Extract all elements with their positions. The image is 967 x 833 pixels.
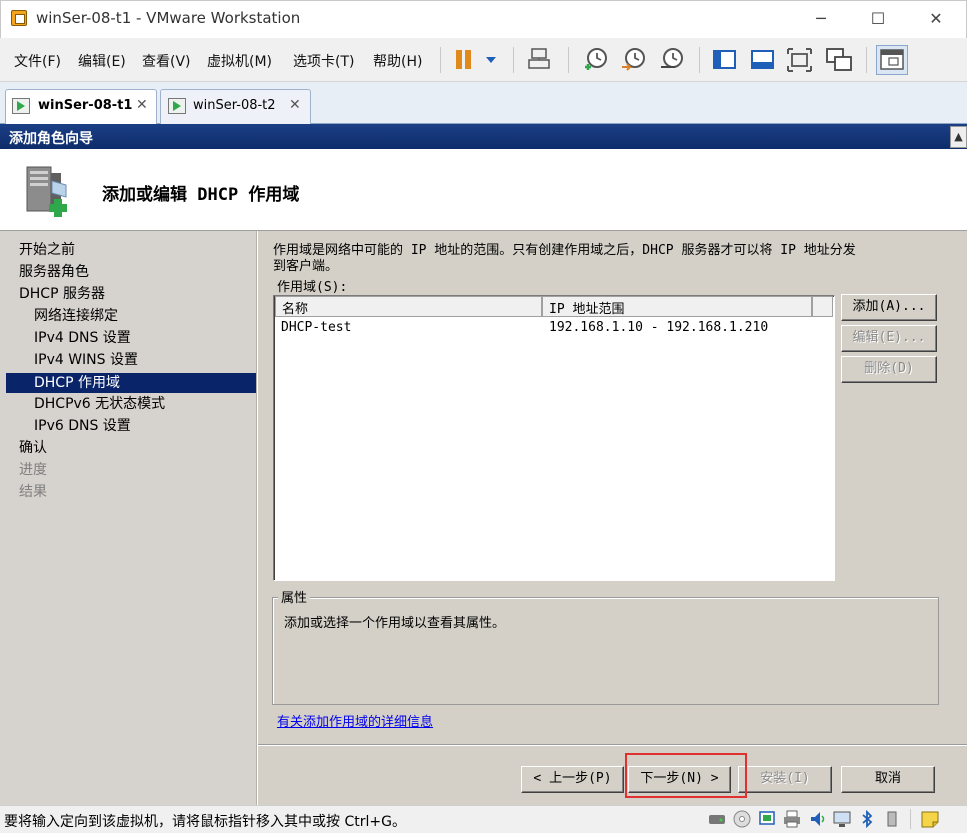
tab-label: winSer-08-t2 [193,98,276,113]
scope-description: 作用域是网络中可能的 IP 地址的范围。只有创建作用域之后，DHCP 服务器才可… [273,243,943,275]
status-separator [910,809,911,829]
window-title: winSer-08-t1 - VMware Workstation [36,9,301,27]
minimize-button[interactable]: ─ [798,6,844,32]
menu-tabs[interactable]: 选项卡(T) [293,51,354,71]
toolbar-separator [866,47,867,73]
server-add-role-icon [26,166,67,217]
vmware-app-icon [11,10,27,26]
hard-disk-icon[interactable] [708,810,726,828]
scope-name-cell[interactable]: DHCP-test [281,320,351,335]
status-message: 要将输入定向到该虚拟机，请将鼠标指针移入其中或按 Ctrl+G。 [4,814,406,830]
display-icon[interactable] [833,810,851,828]
nav-dhcpv6-stateless[interactable]: DHCPv6 无状态模式 [6,394,256,414]
tab-close-icon[interactable]: ✕ [136,97,148,113]
delete-scope-button[interactable]: 删除(D) [841,356,937,383]
usb-sound-icon[interactable] [808,810,826,828]
cd-dvd-icon[interactable] [733,810,751,828]
printer-icon[interactable] [783,810,801,828]
toolbar-separator [513,47,514,73]
edit-scope-button[interactable]: 编辑(E)... [841,325,937,352]
vm-running-icon [12,98,30,114]
back-button[interactable]: < 上一步(P) [521,766,624,793]
properties-title: 属性 [278,587,311,606]
properties-text: 添加或选择一个作用域以查看其属性。 [284,616,506,631]
send-ctrl-alt-del-icon[interactable] [528,47,552,73]
nav-results: 结果 [19,484,47,500]
pause-icon[interactable] [455,48,499,72]
description-line: 作用域是网络中可能的 IP 地址的范围。只有创建作用域之后，DHCP 服务器才可… [273,243,856,258]
thumbnail-bar-icon[interactable] [750,48,776,72]
menu-view[interactable]: 查看(V) [142,51,191,71]
cancel-button[interactable]: 取消 [841,766,935,793]
scroll-up-icon[interactable]: ▲ [950,126,967,148]
add-scope-button[interactable]: 添加(A)... [841,294,937,321]
toolbar-separator [568,47,569,73]
nav-server-roles[interactable]: 服务器角色 [6,262,256,282]
nav-dhcp-scopes[interactable]: DHCP 作用域 [6,373,256,393]
nav-dhcp-server[interactable]: DHCP 服务器 [6,284,256,304]
nav-before-you-begin[interactable]: 开始之前 [6,240,256,260]
column-header-ip-range[interactable]: IP 地址范围 [542,296,812,317]
install-button[interactable]: 安装(I) [738,766,832,793]
bluetooth-icon[interactable] [858,810,876,828]
snapshot-manager-icon[interactable] [658,46,686,74]
scopes-label: 作用域(S): [277,280,348,295]
wizard-page-title: 添加或编辑 DHCP 作用域 [102,185,300,205]
footer-divider [258,744,967,746]
nav-network-binding[interactable]: 网络连接绑定 [6,306,256,326]
wizard-titlebar: 添加角色向导 [0,124,967,149]
nav-progress: 进度 [19,462,47,478]
tab-label: winSer-08-t1 [38,98,133,113]
close-window-button[interactable]: ✕ [913,6,959,32]
toolbar-separator [699,47,700,73]
description-line: 到客户端。 [273,259,339,274]
full-screen-icon[interactable] [787,48,813,72]
annotation-highlight-box [625,753,747,798]
nav-ipv4-wins[interactable]: IPv4 WINS 设置 [6,350,256,370]
menu-edit[interactable]: 编辑(E) [78,51,126,71]
network-adapter-icon[interactable] [758,810,776,828]
console-view-icon[interactable] [876,45,908,75]
unity-icon[interactable] [825,47,853,73]
scope-range-cell[interactable]: 192.168.1.10 - 192.168.1.210 [549,320,768,335]
nav-ipv6-dns[interactable]: IPv6 DNS 设置 [6,416,256,436]
removable-device-icon[interactable] [883,810,901,828]
vm-running-icon [168,98,186,114]
menu-help[interactable]: 帮助(H) [373,51,422,71]
menu-file[interactable]: 文件(F) [14,51,61,71]
nav-confirmation[interactable]: 确认 [6,438,256,458]
message-log-icon[interactable] [920,809,940,829]
scope-help-link[interactable]: 有关添加作用域的详细信息 [277,711,433,730]
column-header-filler [812,296,833,317]
scopes-listview[interactable] [273,295,835,581]
snapshot-revert-icon[interactable] [620,46,648,74]
nav-ipv4-dns[interactable]: IPv4 DNS 设置 [6,328,256,348]
tab-close-icon[interactable]: ✕ [289,97,301,113]
toolbar-separator [440,47,441,73]
snapshot-take-icon[interactable] [582,46,610,74]
show-library-icon[interactable] [712,48,738,72]
menu-vm[interactable]: 虚拟机(M) [207,51,272,71]
maximize-button[interactable]: ☐ [855,6,901,32]
column-header-name[interactable]: 名称 [275,296,542,317]
